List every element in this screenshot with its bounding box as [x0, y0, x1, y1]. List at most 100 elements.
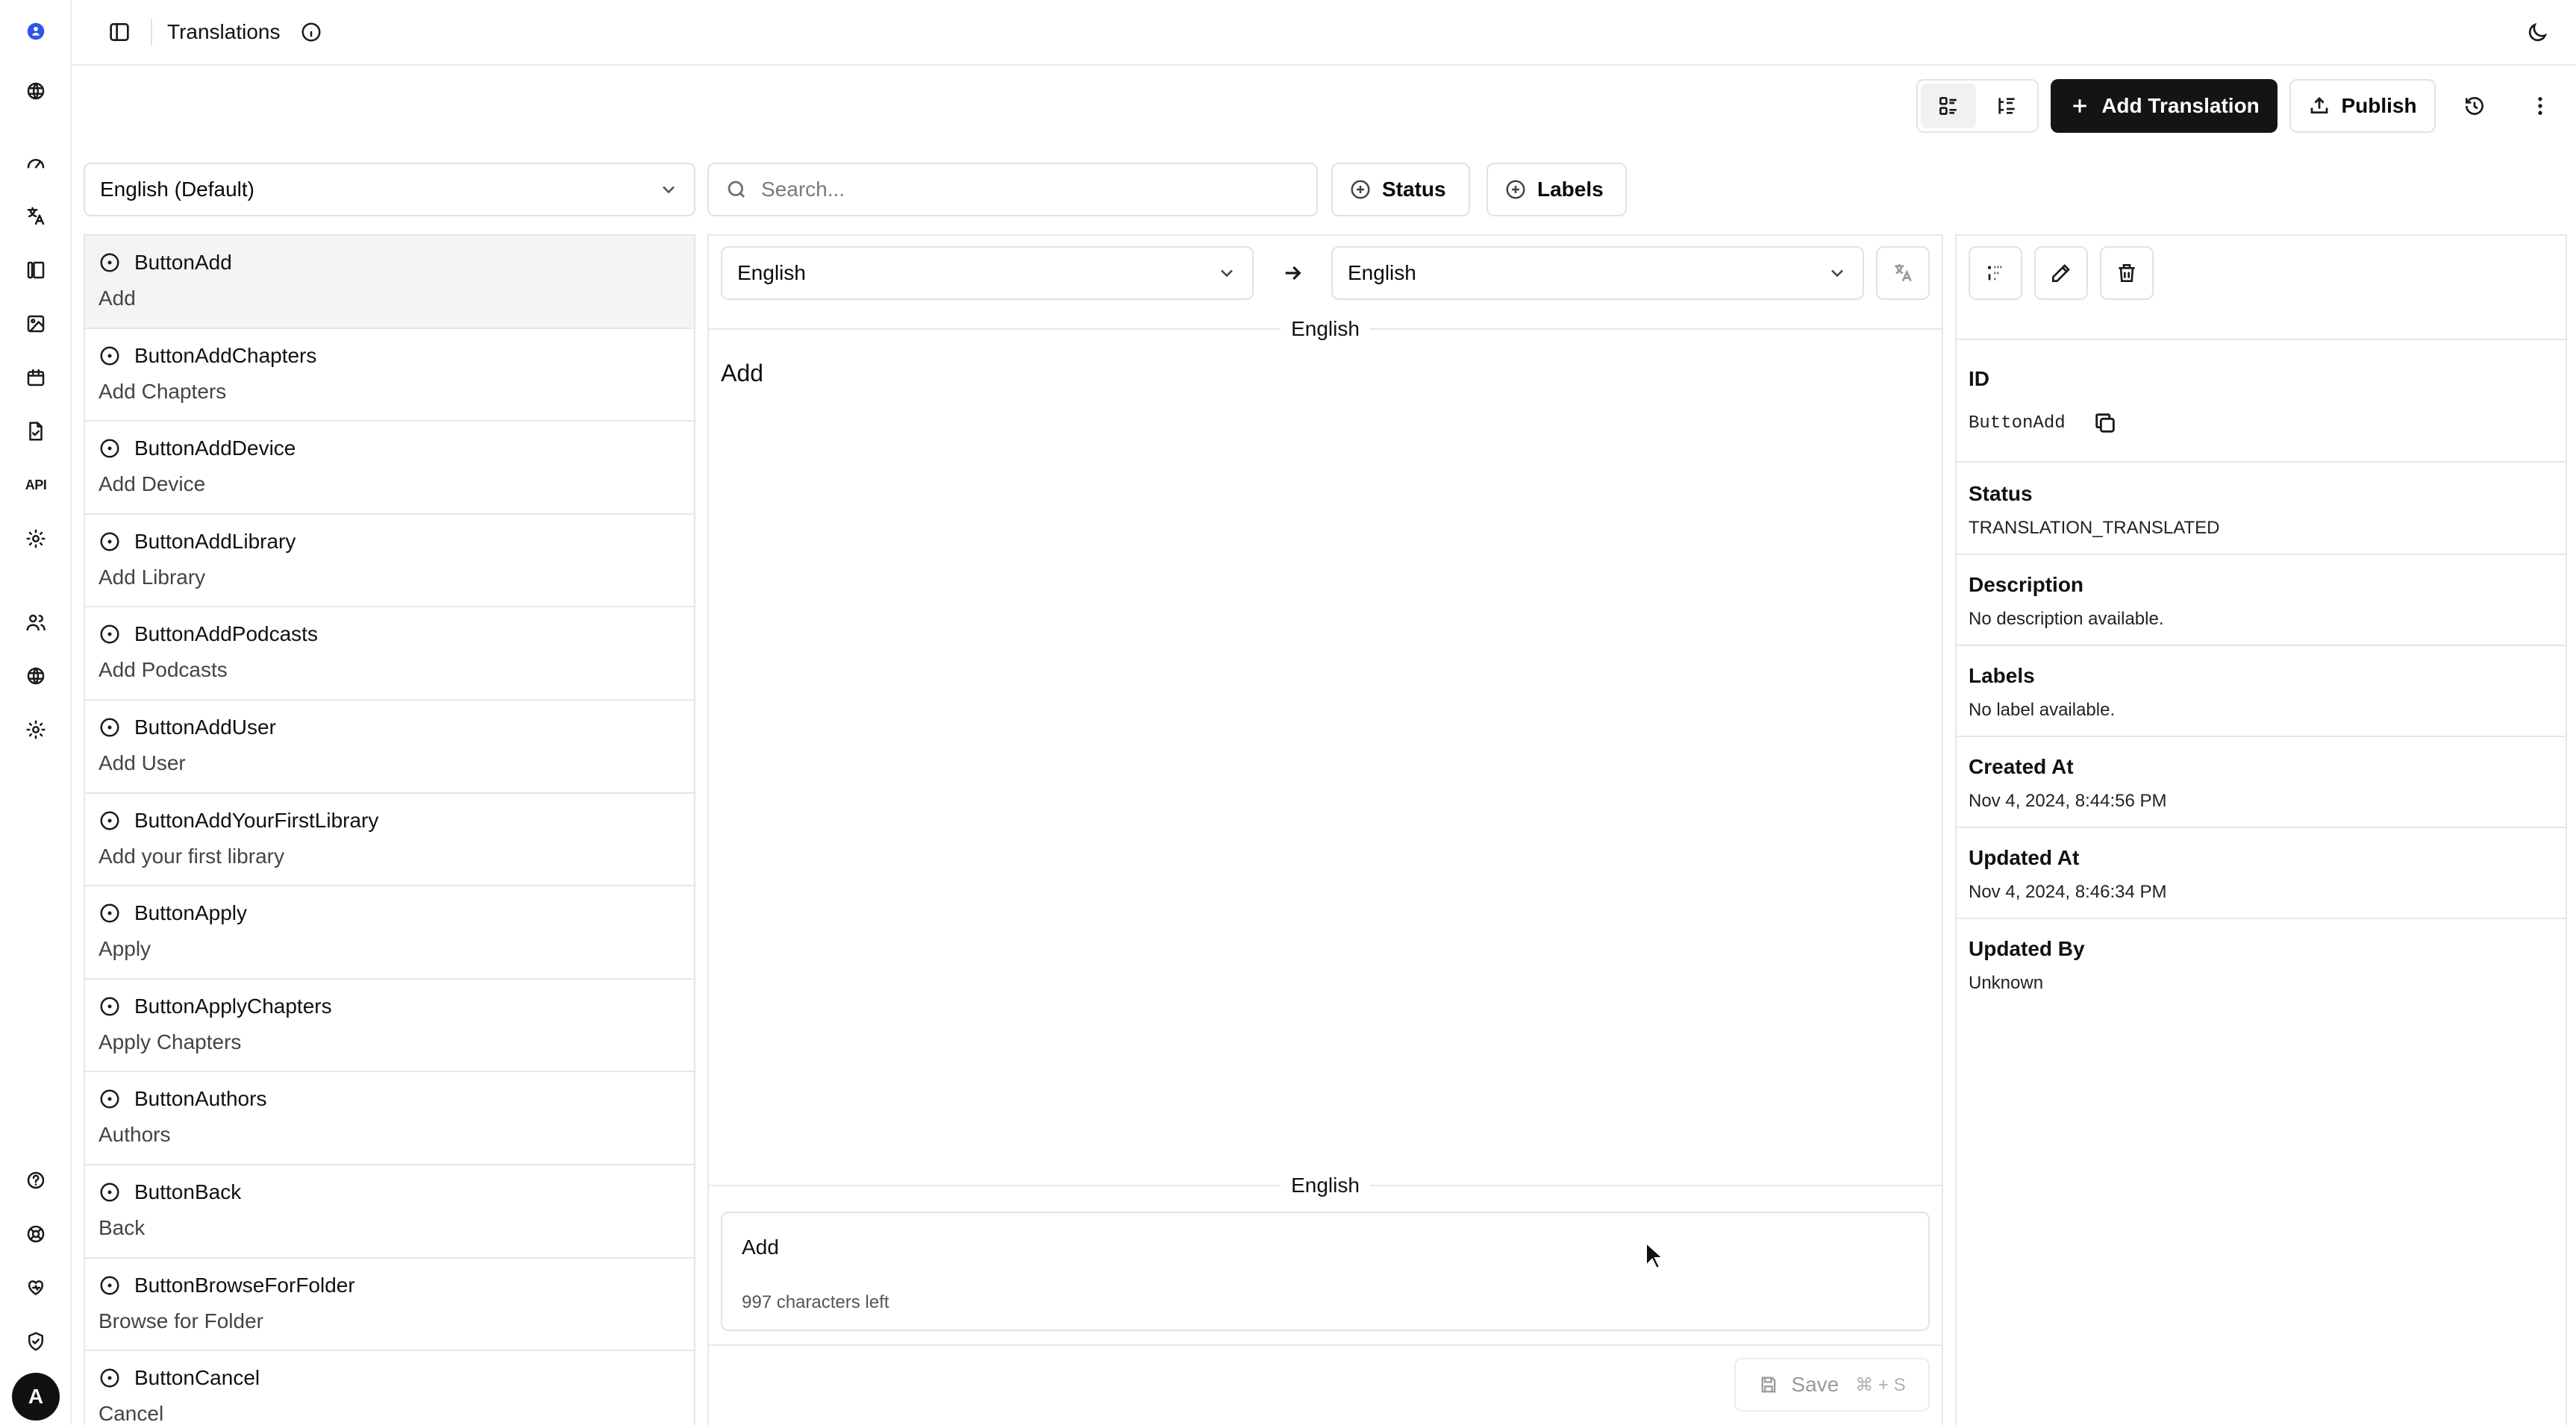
cog-icon[interactable]: [19, 713, 52, 746]
top-bar: Translations: [72, 0, 2576, 66]
help-icon[interactable]: [19, 1164, 52, 1197]
list-item-value: Apply Chapters: [99, 1030, 242, 1053]
list-item-key: ButtonApplyChapters: [134, 994, 332, 1018]
list-format-icon: [1988, 266, 2001, 281]
list-item-value: Add Podcasts: [99, 658, 228, 682]
list-item-value: Back: [99, 1215, 146, 1239]
shield-icon[interactable]: [19, 1325, 52, 1358]
network-icon[interactable]: [19, 660, 52, 692]
translation-key-list: ButtonAdd Add ButtonAddChapters Add Chapter…: [84, 234, 695, 1425]
library-icon[interactable]: [19, 254, 52, 286]
list-item-key: ButtonAuthors: [134, 1087, 267, 1111]
save-shortcut: ⌘ + S: [1855, 1374, 1906, 1395]
source-text: Add: [721, 360, 763, 386]
list-item-key-row: ButtonCancel: [99, 1366, 681, 1390]
list-item-key-row: ButtonAddUser: [99, 715, 681, 739]
labels-filter-button[interactable]: Labels: [1486, 163, 1627, 216]
tree-view-icon[interactable]: [1979, 84, 2034, 128]
list-item[interactable]: ButtonCancel Cancel: [85, 1351, 694, 1425]
globe-icon[interactable]: [19, 75, 52, 107]
plus-circle-icon: [1506, 180, 1525, 199]
users-icon[interactable]: [19, 606, 52, 639]
list-item-value: Apply: [99, 937, 151, 961]
status-filter-button[interactable]: Status: [1331, 163, 1470, 216]
search-input[interactable]: [761, 178, 1284, 201]
language-select-value: English (Default): [100, 178, 254, 201]
history-icon[interactable]: [2454, 85, 2495, 127]
upload-icon: [2311, 97, 2328, 114]
target-language-select[interactable]: English: [1331, 246, 1864, 300]
image-icon[interactable]: [19, 307, 52, 340]
details-divider: [1957, 918, 2566, 919]
list-item[interactable]: ButtonApplyChapters Apply Chapters: [85, 980, 694, 1073]
theme-toggle-icon[interactable]: [2519, 15, 2555, 51]
list-item[interactable]: ButtonAddYourFirstLibrary Add your first …: [85, 794, 694, 887]
sidebar-toggle-icon[interactable]: [103, 16, 136, 48]
chevron-down-icon: [1831, 269, 1843, 278]
translation-textarea[interactable]: Add 997 characters left: [721, 1212, 1930, 1331]
list-item[interactable]: ButtonAuthors Authors: [85, 1072, 694, 1165]
publish-button[interactable]: Publish: [2289, 79, 2436, 133]
file-icon[interactable]: [19, 415, 52, 448]
translate-icon: [1895, 264, 1912, 282]
list-item-key-row: ButtonAuthors: [99, 1087, 681, 1111]
list-item-key-row: ButtonAddDevice: [99, 436, 681, 460]
delete-button[interactable]: [2100, 246, 2154, 300]
calendar-icon[interactable]: [19, 361, 52, 394]
labels-filter-label: Labels: [1537, 178, 1604, 201]
description-value: No description available.: [1969, 609, 2164, 629]
id-value: ButtonAdd: [1969, 413, 2066, 433]
updated-at-label: Updated At: [1969, 846, 2080, 869]
list-item[interactable]: ButtonAddChapters Add Chapters: [85, 329, 694, 422]
support-icon[interactable]: [19, 1218, 52, 1250]
list-item[interactable]: ButtonBack Back: [85, 1165, 694, 1259]
avatar[interactable]: A: [12, 1373, 60, 1421]
list-item[interactable]: ButtonAddLibrary Add Library: [85, 515, 694, 608]
chevron-down-icon: [1221, 269, 1233, 278]
trash-icon: [2119, 264, 2135, 282]
heart-icon[interactable]: [19, 1271, 52, 1304]
auto-translate-button[interactable]: [1876, 246, 1930, 300]
format-button[interactable]: [1969, 246, 2022, 300]
grid-view-icon[interactable]: [1921, 84, 1976, 128]
details-divider: [1957, 461, 2566, 463]
api-icon[interactable]: API: [19, 469, 52, 501]
list-item[interactable]: ButtonAddPodcasts Add Podcasts: [85, 607, 694, 701]
list-item-key-row: ButtonAddYourFirstLibrary: [99, 809, 681, 833]
status-filter-label: Status: [1382, 178, 1446, 201]
status-label: Status: [1969, 482, 2033, 505]
plus-icon: [2073, 99, 2086, 113]
list-item-key: ButtonCancel: [134, 1366, 260, 1390]
arrow-right-icon: [1281, 261, 1304, 285]
updated-by-label: Updated By: [1969, 937, 2085, 960]
settings-icon[interactable]: [19, 522, 52, 555]
list-item[interactable]: ButtonAddDevice Add Device: [85, 422, 694, 515]
save-button[interactable]: Save ⌘ + S: [1734, 1358, 1930, 1412]
search-box: [707, 163, 1318, 216]
list-item-value: Add: [99, 286, 136, 310]
list-item[interactable]: ButtonAddUser Add User: [85, 701, 694, 794]
target-section-label: English: [1281, 1174, 1370, 1197]
list-item-value: Add User: [99, 751, 186, 774]
info-icon[interactable]: [298, 19, 325, 46]
list-item-key: ButtonApply: [134, 901, 247, 925]
list-item-key-row: ButtonApplyChapters: [99, 995, 681, 1018]
add-translation-button[interactable]: Add Translation: [2051, 79, 2278, 133]
dashboard-icon[interactable]: [19, 146, 52, 179]
details-divider: [1957, 554, 2566, 555]
list-item[interactable]: ButtonAdd Add: [85, 236, 694, 329]
logo-icon[interactable]: [19, 15, 52, 48]
circle-dot-icon: [100, 532, 119, 551]
labels-label: Labels: [1969, 664, 2035, 687]
list-item[interactable]: ButtonApply Apply: [85, 886, 694, 980]
mouse-cursor-icon: [1645, 1241, 1664, 1270]
edit-button[interactable]: [2034, 246, 2088, 300]
list-item-value: Add your first library: [99, 844, 284, 868]
copy-icon[interactable]: [2092, 410, 2119, 437]
list-item-value: Add Library: [99, 565, 206, 589]
more-options-icon[interactable]: [2519, 85, 2561, 127]
translate-icon[interactable]: [19, 200, 52, 233]
language-select[interactable]: English (Default): [84, 163, 695, 216]
source-language-select[interactable]: English: [721, 246, 1254, 300]
list-item[interactable]: ButtonBrowseForFolder Browse for Folder: [85, 1259, 694, 1352]
